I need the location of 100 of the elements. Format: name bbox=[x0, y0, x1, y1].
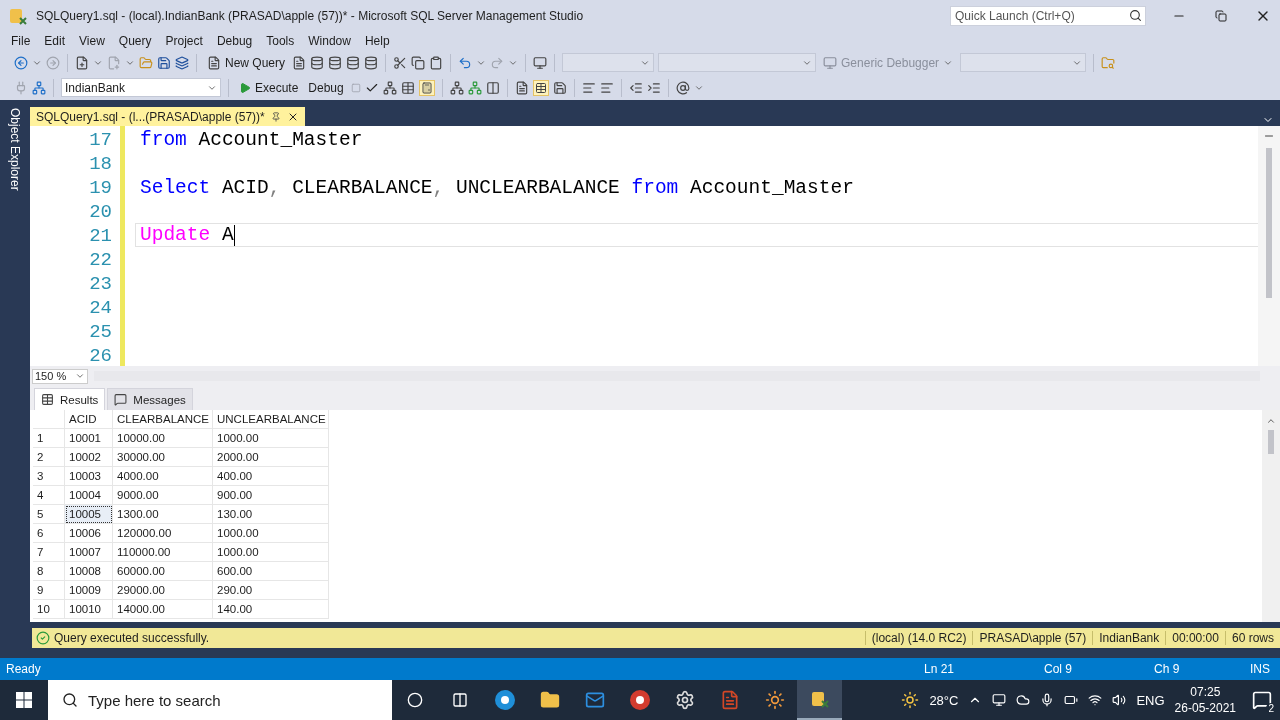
table-cell[interactable]: 1000.00 bbox=[213, 429, 329, 448]
menu-item[interactable]: Query bbox=[111, 34, 159, 48]
volume-icon[interactable] bbox=[1112, 693, 1127, 707]
play-icon[interactable] bbox=[239, 81, 251, 94]
cloud-icon[interactable] bbox=[1016, 693, 1031, 707]
char-indicator: Ch 9 bbox=[1154, 662, 1181, 676]
columns-icon[interactable] bbox=[485, 80, 500, 95]
table-cell[interactable]: 4000.00 bbox=[113, 467, 213, 486]
database-icon[interactable] bbox=[310, 55, 325, 70]
clock[interactable]: 07:25 26-05-2021 bbox=[1174, 684, 1236, 716]
menu-item[interactable]: File bbox=[4, 34, 38, 48]
menu-item[interactable]: Window bbox=[301, 34, 358, 48]
battery-icon[interactable] bbox=[1064, 693, 1079, 707]
sun-icon[interactable] bbox=[764, 690, 785, 710]
undo-icon[interactable] bbox=[458, 55, 473, 70]
table-cell[interactable]: 140.00 bbox=[213, 600, 329, 619]
calculator-icon[interactable] bbox=[420, 81, 433, 94]
zoom-dropdown[interactable]: 150 % bbox=[32, 368, 88, 384]
database-icon[interactable] bbox=[346, 55, 361, 70]
folder-icon[interactable] bbox=[539, 690, 560, 710]
menu-item[interactable]: Help bbox=[357, 34, 397, 48]
table-cell[interactable]: 10005 bbox=[65, 505, 113, 524]
ssms-button[interactable] bbox=[797, 680, 842, 720]
table-cell[interactable]: 2000.00 bbox=[213, 448, 329, 467]
language-indicator[interactable]: ENG bbox=[1136, 692, 1165, 708]
table-cell[interactable]: 10007 bbox=[65, 543, 113, 562]
pin-icon[interactable] bbox=[270, 111, 281, 122]
taskbar-search-field[interactable]: Type here to search bbox=[48, 680, 392, 720]
new-project-icon[interactable] bbox=[75, 55, 89, 70]
decrease-indent-icon[interactable] bbox=[628, 80, 643, 95]
back-icon[interactable] bbox=[14, 55, 28, 70]
database-icon[interactable] bbox=[328, 55, 343, 70]
results-grid-icon[interactable] bbox=[534, 81, 547, 94]
scroll-up-icon[interactable] bbox=[1266, 416, 1276, 426]
column-header[interactable]: UNCLEARBALANCE bbox=[213, 410, 329, 429]
debug-button[interactable]: Debug bbox=[305, 76, 347, 99]
document-tab[interactable]: SQLQuery1.sql - (l...(PRASAD\apple (57))* bbox=[30, 107, 305, 126]
cut-icon[interactable] bbox=[393, 55, 408, 70]
table-cell[interactable]: 10002 bbox=[65, 448, 113, 467]
gear-icon[interactable] bbox=[674, 690, 695, 710]
table-cell[interactable]: 1000.00 bbox=[213, 524, 329, 543]
paste-icon[interactable] bbox=[429, 55, 444, 70]
query-status-field: (local) (14.0 RC2) bbox=[864, 631, 973, 645]
column-header[interactable]: ACID bbox=[65, 410, 113, 429]
dropdown-caret-icon[interactable] bbox=[75, 371, 85, 381]
table-cell[interactable]: 30000.00 bbox=[113, 448, 213, 467]
table-cell[interactable]: 10001 bbox=[65, 429, 113, 448]
save-icon[interactable] bbox=[157, 55, 171, 70]
table-icon[interactable] bbox=[400, 80, 415, 95]
table-cell[interactable]: 9000.00 bbox=[113, 486, 213, 505]
line-number: 26 bbox=[89, 344, 112, 368]
database-icon[interactable] bbox=[364, 55, 379, 70]
object-explorer-tab[interactable]: Object Explorer bbox=[8, 108, 22, 191]
quick-launch-field[interactable]: Quick Launch (Ctrl+Q) bbox=[950, 6, 1146, 26]
results-tab[interactable]: Results bbox=[34, 388, 106, 410]
mail-icon[interactable] bbox=[584, 690, 605, 710]
microphone-icon[interactable] bbox=[1040, 693, 1055, 707]
notifications-icon[interactable] bbox=[1252, 690, 1272, 710]
menu-item[interactable]: Debug bbox=[209, 34, 260, 48]
column-header[interactable]: CLEARBALANCE bbox=[113, 410, 213, 429]
table-cell[interactable]: 1300.00 bbox=[113, 505, 213, 524]
task-view-icon[interactable] bbox=[451, 692, 468, 708]
table-cell[interactable]: 10009 bbox=[65, 581, 113, 600]
results-tab[interactable]: Messages bbox=[107, 388, 193, 410]
table-cell[interactable]: 10003 bbox=[65, 467, 113, 486]
menu-item[interactable]: View bbox=[72, 34, 112, 48]
copy-icon[interactable] bbox=[411, 55, 426, 70]
table-cell[interactable]: 400.00 bbox=[213, 467, 329, 486]
table-cell[interactable]: 10008 bbox=[65, 562, 113, 581]
table-cell[interactable]: 120000.00 bbox=[113, 524, 213, 543]
query-status-message: Query executed successfully. bbox=[54, 631, 210, 645]
table-cell[interactable]: 110000.00 bbox=[113, 543, 213, 562]
menu-item[interactable]: Edit bbox=[37, 34, 73, 48]
table-cell[interactable]: 29000.00 bbox=[113, 581, 213, 600]
wifi-icon[interactable] bbox=[1088, 693, 1103, 707]
menu-item[interactable]: Project bbox=[158, 34, 210, 48]
table-cell[interactable]: 10006 bbox=[65, 524, 113, 543]
restore-icon[interactable] bbox=[1215, 10, 1227, 22]
line-indicator: Ln 21 bbox=[924, 662, 956, 676]
database-dropdown[interactable]: IndianBank bbox=[61, 78, 221, 97]
scroll-thumb[interactable] bbox=[1268, 430, 1274, 454]
table-cell[interactable]: 290.00 bbox=[213, 581, 329, 600]
circle-icon[interactable] bbox=[406, 692, 423, 708]
results-text-icon[interactable] bbox=[514, 80, 529, 95]
document-icon[interactable] bbox=[207, 55, 221, 70]
table-cell[interactable]: 14000.00 bbox=[113, 600, 213, 619]
table-cell[interactable]: 130.00 bbox=[213, 505, 329, 524]
monitor-icon[interactable] bbox=[533, 55, 548, 70]
menu-item[interactable]: Tools bbox=[259, 34, 302, 48]
increase-indent-icon[interactable] bbox=[646, 80, 661, 95]
table-cell[interactable]: 600.00 bbox=[213, 562, 329, 581]
new-query-button[interactable]: New Query bbox=[204, 51, 289, 74]
execute-button[interactable]: Execute bbox=[236, 76, 302, 99]
table-cell[interactable]: 900.00 bbox=[213, 486, 329, 505]
table-cell[interactable]: 10010 bbox=[65, 600, 113, 619]
document-icon[interactable] bbox=[292, 55, 307, 70]
table-cell[interactable]: 1000.00 bbox=[213, 543, 329, 562]
scroll-thumb[interactable] bbox=[1266, 148, 1272, 298]
table-cell[interactable]: 10000.00 bbox=[113, 429, 213, 448]
table-cell[interactable]: 60000.00 bbox=[113, 562, 213, 581]
